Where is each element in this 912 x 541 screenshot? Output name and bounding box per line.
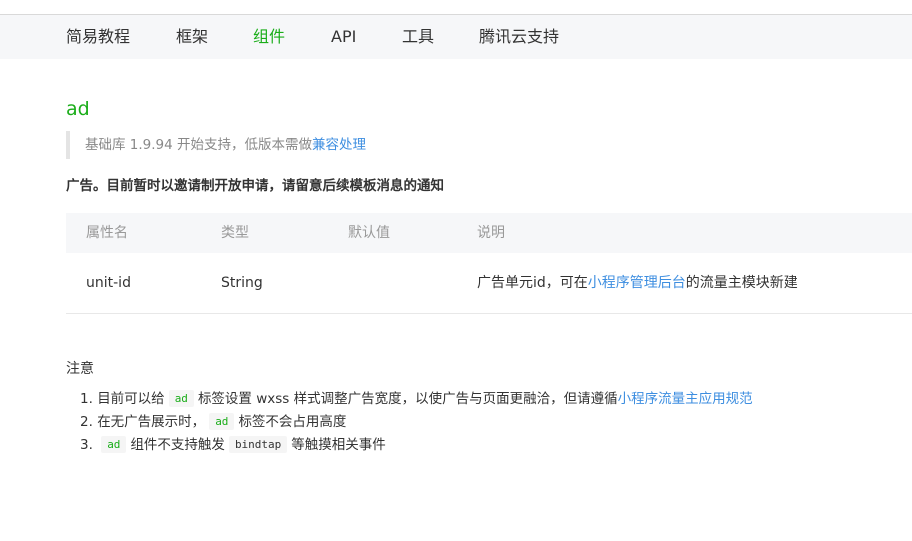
cell-desc-suffix: 的流量主模块新建 <box>685 275 798 291</box>
header-attr-name: 属性名 <box>86 225 128 241</box>
cell-description: 广告单元id，可在小程序管理后台的流量主模块新建 <box>477 253 798 313</box>
note-number: 1. <box>80 391 93 407</box>
notes-list: 1. 目前可以给 ad 标签设置 wxss 样式调整广告宽度，以使广告与页面更融洽，… <box>80 388 753 457</box>
code-bindtap: bindtap <box>228 436 288 453</box>
header-default: 默认值 <box>348 225 390 241</box>
code-tag: ad <box>101 436 127 453</box>
nav-item-components[interactable]: 组件 <box>253 15 285 59</box>
compat-link[interactable]: 兼容处理 <box>312 137 366 153</box>
cell-type: String <box>221 275 263 291</box>
header-description: 说明 <box>477 225 505 241</box>
note-number: 3. <box>80 437 93 453</box>
header-type: 类型 <box>221 225 249 241</box>
cell-desc-prefix: 广告单元id，可在 <box>477 275 588 291</box>
support-note: 基础库 1.9.94 开始支持，低版本需做兼容处理 <box>66 131 366 159</box>
code-tag: ad <box>168 390 194 407</box>
table-header: 属性名 类型 默认值 说明 <box>66 213 912 253</box>
note-text: 目前可以给 <box>97 391 165 407</box>
nav-item-framework[interactable]: 框架 <box>176 15 208 59</box>
list-item: 1. 目前可以给 ad 标签设置 wxss 样式调整广告宽度，以使广告与页面更融洽，… <box>80 388 753 411</box>
nav-item-tencent-cloud[interactable]: 腾讯云支持 <box>479 15 559 59</box>
note-text: 在无广告展示时， <box>97 414 206 430</box>
support-text: 基础库 1.9.94 开始支持，低版本需做 <box>85 137 313 153</box>
traffic-policy-link[interactable]: 小程序流量主应用规范 <box>618 391 753 407</box>
nav-item-api[interactable]: API <box>331 15 356 59</box>
note-text: 组件不支持触发 <box>130 437 225 453</box>
top-strip <box>0 0 912 14</box>
admin-console-link[interactable]: 小程序管理后台 <box>588 275 686 291</box>
component-description: 广告。目前暂时以邀请制开放申请，请留意后续模板消息的通知 <box>66 178 444 194</box>
page-title: ad <box>66 98 90 120</box>
note-text: 标签设置 wxss 样式调整广告宽度，以使广告与页面更融洽，但请遵循 <box>197 391 618 407</box>
nav-item-tools[interactable]: 工具 <box>402 15 434 59</box>
top-navbar: 简易教程 框架 组件 API 工具 腾讯云支持 <box>0 15 912 59</box>
cell-attr-name: unit-id <box>86 275 131 291</box>
notes-title: 注意 <box>66 361 94 377</box>
table-row: unit-id String 广告单元id，可在小程序管理后台的流量主模块新建 <box>66 253 912 314</box>
note-text: 等触摸相关事件 <box>291 437 386 453</box>
code-tag: ad <box>209 413 235 430</box>
nav-item-tutorial[interactable]: 简易教程 <box>66 15 130 59</box>
list-item: 2. 在无广告展示时， ad 标签不会占用高度 <box>80 411 753 434</box>
note-text: 标签不会占用高度 <box>238 414 347 430</box>
note-number: 2. <box>80 414 93 430</box>
list-item: 3. ad 组件不支持触发 bindtap 等触摸相关事件 <box>80 434 753 457</box>
